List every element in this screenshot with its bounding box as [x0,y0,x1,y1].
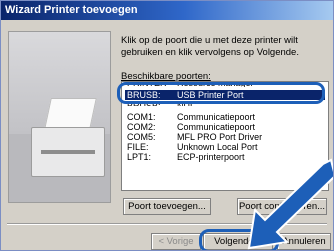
callout-arrow-icon [247,158,333,250]
port-name: COM5: [127,132,156,142]
port-row[interactable]: COM1: Communicatiepoort [125,112,325,122]
port-name: COM1: [127,112,156,122]
port-name: LPT1: [127,152,152,162]
port-row[interactable]: COM2: Communicatiepoort [125,122,325,132]
port-name: COM2: [127,122,156,132]
port-description: Communicatiepoort [177,122,256,132]
selection-highlight-ring [117,82,325,104]
port-row[interactable]: FILE: Unknown Local Port [125,142,325,152]
port-row[interactable]: COM5: MFL PRO Port Driver [125,132,325,142]
port-name: FILE: [127,142,149,152]
wizard-window: Wizard Printer toevoegen Klik op de poor… [0,0,334,251]
add-port-button[interactable]: Poort toevoegen... [123,198,211,215]
port-description: MFL PRO Port Driver [177,132,263,142]
instructions-text: Klik op de poort die u met deze printer … [121,35,299,58]
port-description: Unknown Local Port [177,142,258,152]
back-button[interactable]: < Vorige [151,233,201,250]
port-description: Communicatiepoort [177,112,256,122]
window-title: Wizard Printer toevoegen [1,1,333,20]
port-description: ECP-printerpoort [177,152,245,162]
printer-illustration [8,31,111,203]
